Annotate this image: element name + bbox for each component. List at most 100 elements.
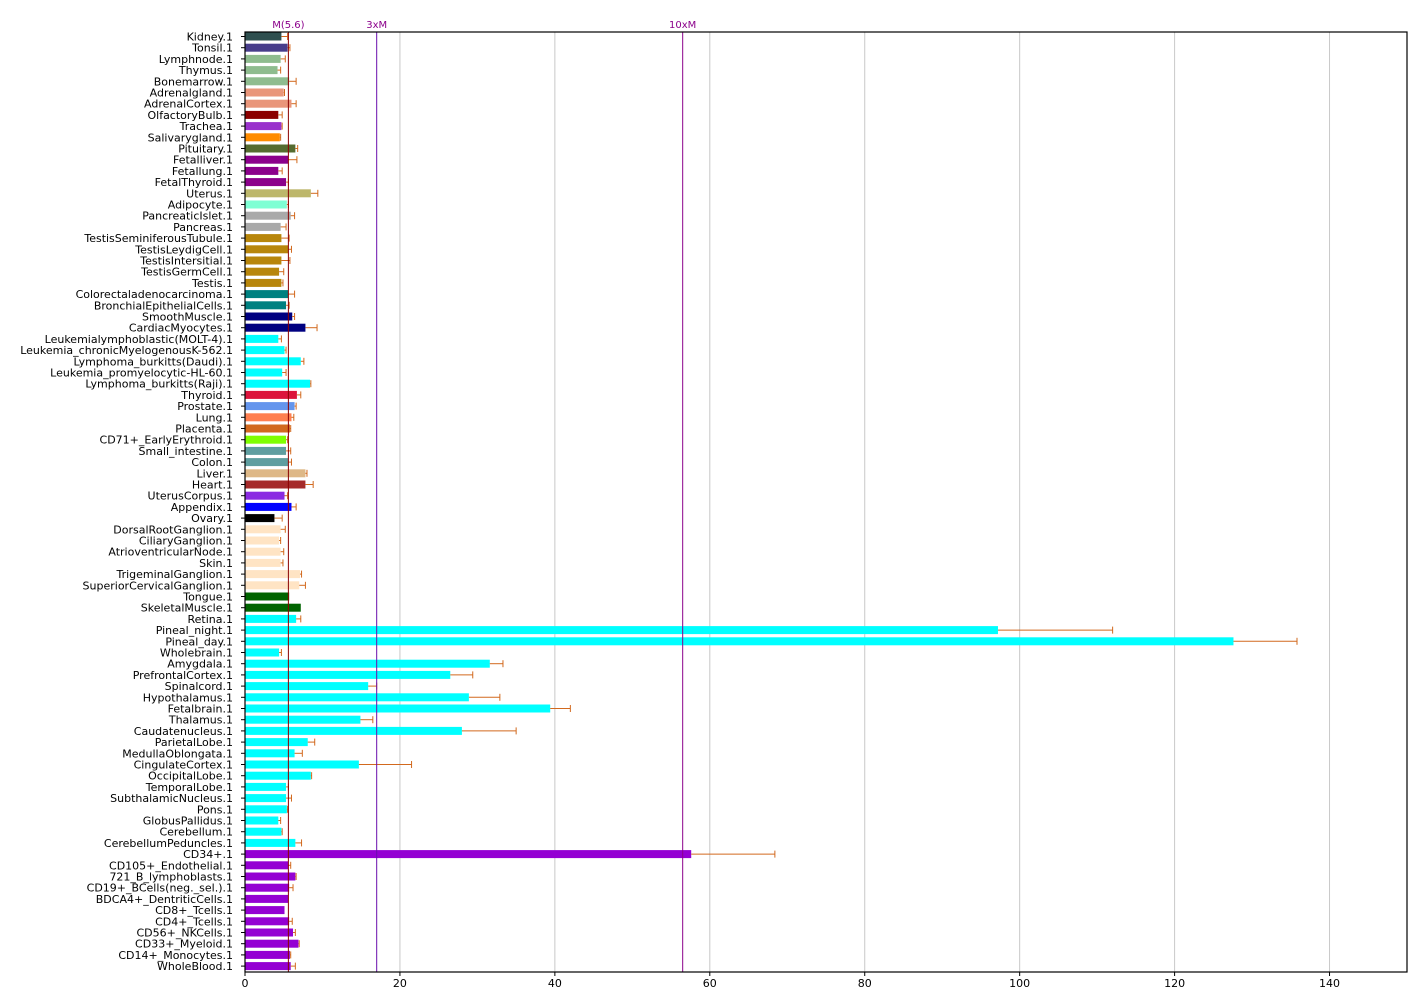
bar: [245, 469, 306, 478]
bar: [245, 894, 289, 903]
bar: [245, 525, 281, 534]
bar: [245, 222, 281, 231]
bar: [245, 872, 296, 881]
bar: [245, 200, 287, 209]
bar: [245, 480, 306, 489]
bar: [245, 267, 280, 276]
bar: [245, 346, 285, 355]
x-tick-label: 0: [242, 977, 249, 990]
bar: [245, 32, 282, 41]
bar: [245, 357, 301, 366]
bar: [245, 603, 301, 612]
bar-chart: M(5.6) 3xM 10xM 0 20 40 60 80 100 120 140 Kidney.…: [20, 20, 1408, 990]
bar: [245, 558, 281, 567]
bar: [245, 122, 282, 131]
bar: [245, 693, 469, 702]
bar: [245, 390, 297, 399]
bar: [245, 323, 306, 332]
bar: [245, 368, 283, 377]
bar: [245, 682, 369, 691]
bar: [245, 256, 282, 265]
bars-layer: [245, 32, 1234, 971]
chart-container: M(5.6) 3xM 10xM 0 20 40 60 80 100 120 140 Kidney.…: [0, 0, 1426, 1008]
bar: [245, 402, 295, 411]
x-tick-label: 40: [548, 977, 562, 990]
bar: [245, 133, 280, 142]
bar: [245, 816, 279, 825]
bar: [245, 536, 280, 545]
bar: [245, 581, 300, 590]
bar: [245, 962, 291, 971]
bar: [245, 715, 361, 724]
bar: [245, 861, 289, 870]
x-tick-label: 60: [703, 977, 717, 990]
bar: [245, 794, 287, 803]
bar: [245, 939, 299, 948]
bar: [245, 592, 290, 601]
category-labels-layer: Kidney.1Tonsil.1Lymphnode.1Thymus.1Bonem…: [20, 31, 233, 974]
bar: [245, 189, 311, 198]
bar: [245, 312, 293, 321]
bar: [245, 502, 292, 511]
bar: [245, 670, 451, 679]
bar: [245, 245, 289, 254]
bar: [245, 917, 290, 926]
bar: [245, 54, 281, 63]
bar: [245, 749, 295, 758]
bar: [245, 155, 289, 164]
bar: [245, 66, 278, 75]
x-tick-label: 120: [1164, 977, 1185, 990]
bar: [245, 88, 284, 97]
reference-line-label: 3xM: [366, 20, 387, 31]
x-tick-label: 100: [1009, 977, 1030, 990]
bar: [245, 883, 290, 892]
bar: [245, 110, 279, 119]
bar: [245, 234, 282, 243]
x-tick-label: 20: [393, 977, 407, 990]
bar: [245, 290, 289, 299]
bar: [245, 648, 280, 657]
bar: [245, 413, 292, 422]
bar: [245, 514, 275, 523]
bar: [245, 659, 490, 668]
reference-line-label: 10xM: [669, 20, 696, 31]
bar: [245, 760, 359, 769]
error-bars-layer: [274, 33, 1298, 970]
bar: [245, 446, 287, 455]
bar: [245, 178, 287, 187]
bar: [245, 771, 311, 780]
bar: [245, 547, 281, 556]
bar: [245, 838, 296, 847]
x-tick-label: 140: [1319, 977, 1340, 990]
reference-lines-layer: M(5.6) 3xM 10xM: [272, 20, 696, 972]
bar: [245, 77, 290, 86]
bar: [245, 928, 294, 937]
bar: [245, 166, 279, 175]
bar: [245, 726, 462, 735]
bar: [245, 144, 296, 153]
bar: [245, 301, 287, 310]
bar: [245, 738, 308, 747]
bar: [245, 435, 287, 444]
bar: [245, 458, 289, 467]
bar: [245, 827, 282, 836]
bar: [245, 491, 285, 500]
bar: [245, 637, 1234, 646]
bar: [245, 424, 290, 433]
category-label: WholeBlood.1: [157, 960, 233, 973]
grid-layer: [399, 32, 1331, 972]
bar: [245, 782, 287, 791]
reference-line-label: M(5.6): [272, 20, 304, 31]
bar: [245, 805, 287, 814]
bar: [245, 906, 285, 915]
axes-layer: 0 20 40 60 80 100 120 140: [241, 31, 1408, 990]
bar: [245, 570, 301, 579]
bar: [245, 43, 288, 52]
bar: [245, 850, 692, 859]
bar: [245, 99, 292, 108]
bar: [245, 950, 290, 959]
x-tick-label: 80: [858, 977, 872, 990]
bar: [245, 379, 311, 388]
bar: [245, 211, 291, 220]
bar: [245, 278, 282, 287]
